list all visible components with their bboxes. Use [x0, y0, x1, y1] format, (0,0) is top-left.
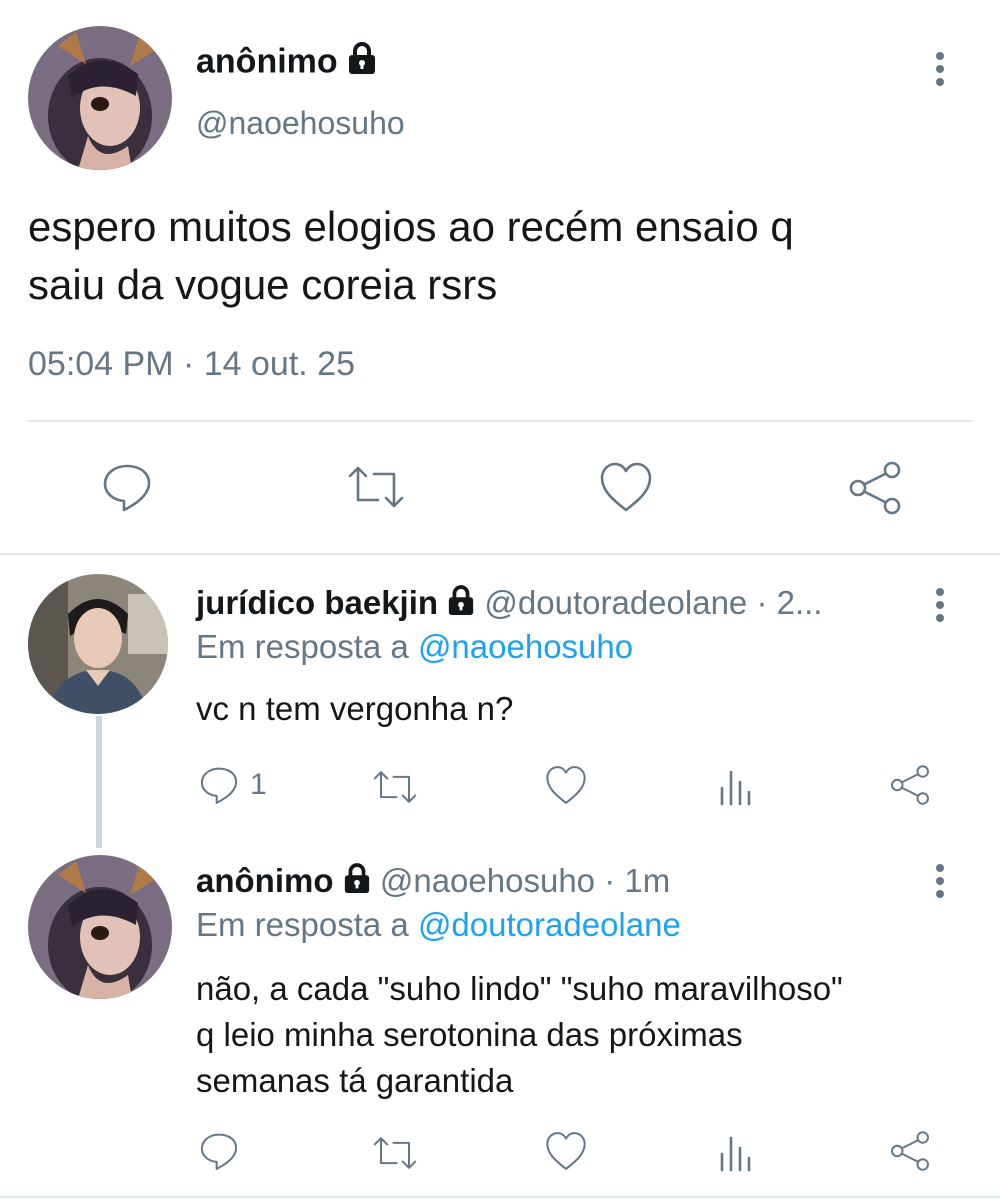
retweet-icon[interactable]: [344, 460, 408, 514]
reply-count: 1: [250, 768, 267, 801]
bottom-divider: [0, 1196, 1000, 1198]
reply-text-line: q leio minha serotonina das próximas: [196, 1016, 743, 1053]
reply-icon[interactable]: [198, 1130, 240, 1172]
retweet-icon[interactable]: [370, 1132, 420, 1174]
reply-context: Em resposta a @naoehosuho: [196, 628, 633, 666]
avatar[interactable]: [28, 26, 172, 170]
reply-prefix: Em resposta a: [196, 906, 409, 943]
more-options-icon[interactable]: [935, 52, 945, 91]
reply-text-line: não, a cada "suho lindo" "suho maravilho…: [196, 970, 843, 1007]
reply-header: jurídico baekjin @doutoradeolane · 2...: [196, 584, 822, 625]
analytics-icon[interactable]: [718, 1132, 754, 1172]
reply-to-link[interactable]: @doutoradeolane: [418, 906, 681, 943]
author-handle-meta[interactable]: @naoehosuho · 1m: [380, 862, 670, 899]
lock-icon: [343, 863, 371, 903]
reply-icon[interactable]: [100, 460, 154, 514]
like-icon[interactable]: [544, 764, 588, 806]
retweet-icon[interactable]: [370, 766, 420, 808]
divider: [28, 420, 972, 422]
share-icon[interactable]: [888, 764, 932, 806]
tweet-text-line: espero muitos elogios ao recém ensaio q: [28, 203, 794, 250]
author-name[interactable]: anônimo: [196, 862, 334, 899]
reply-to-link[interactable]: @naoehosuho: [418, 628, 633, 665]
section-divider: [0, 553, 1000, 555]
reply-text-line: semanas tá garantida: [196, 1062, 514, 1099]
reply-text: não, a cada "suho lindo" "suho maravilho…: [196, 966, 843, 1104]
author-name[interactable]: jurídico baekjin: [196, 584, 438, 621]
lock-icon: [447, 585, 475, 625]
like-icon[interactable]: [544, 1130, 588, 1172]
share-icon[interactable]: [888, 1130, 932, 1172]
avatar[interactable]: [28, 855, 172, 999]
author-handle-meta[interactable]: @doutoradeolane · 2...: [484, 584, 822, 621]
share-icon[interactable]: [846, 460, 904, 516]
tweet-text-line: saiu da vogue coreia rsrs: [28, 261, 498, 308]
lock-icon: [347, 42, 377, 85]
author-name[interactable]: anônimo: [196, 42, 377, 85]
more-options-icon[interactable]: [935, 864, 945, 903]
reply-prefix: Em resposta a: [196, 628, 409, 665]
author-name-text: anônimo: [196, 42, 338, 81]
author-handle[interactable]: @naoehosuho: [196, 105, 405, 142]
thread-line: [96, 716, 102, 848]
reply-text: vc n tem vergonha n?: [196, 690, 514, 727]
reply-context: Em resposta a @doutoradeolane: [196, 906, 681, 944]
analytics-icon[interactable]: [718, 766, 754, 806]
avatar[interactable]: [28, 574, 168, 714]
like-icon[interactable]: [598, 460, 654, 514]
tweet-timestamp: 05:04 PM · 14 out. 25: [28, 345, 355, 383]
reply-header: anônimo @naoehosuho · 1m: [196, 862, 670, 903]
tweet-text: espero muitos elogios ao recém ensaio q …: [28, 198, 794, 314]
reply-icon[interactable]: [198, 764, 240, 806]
more-options-icon[interactable]: [935, 588, 945, 627]
